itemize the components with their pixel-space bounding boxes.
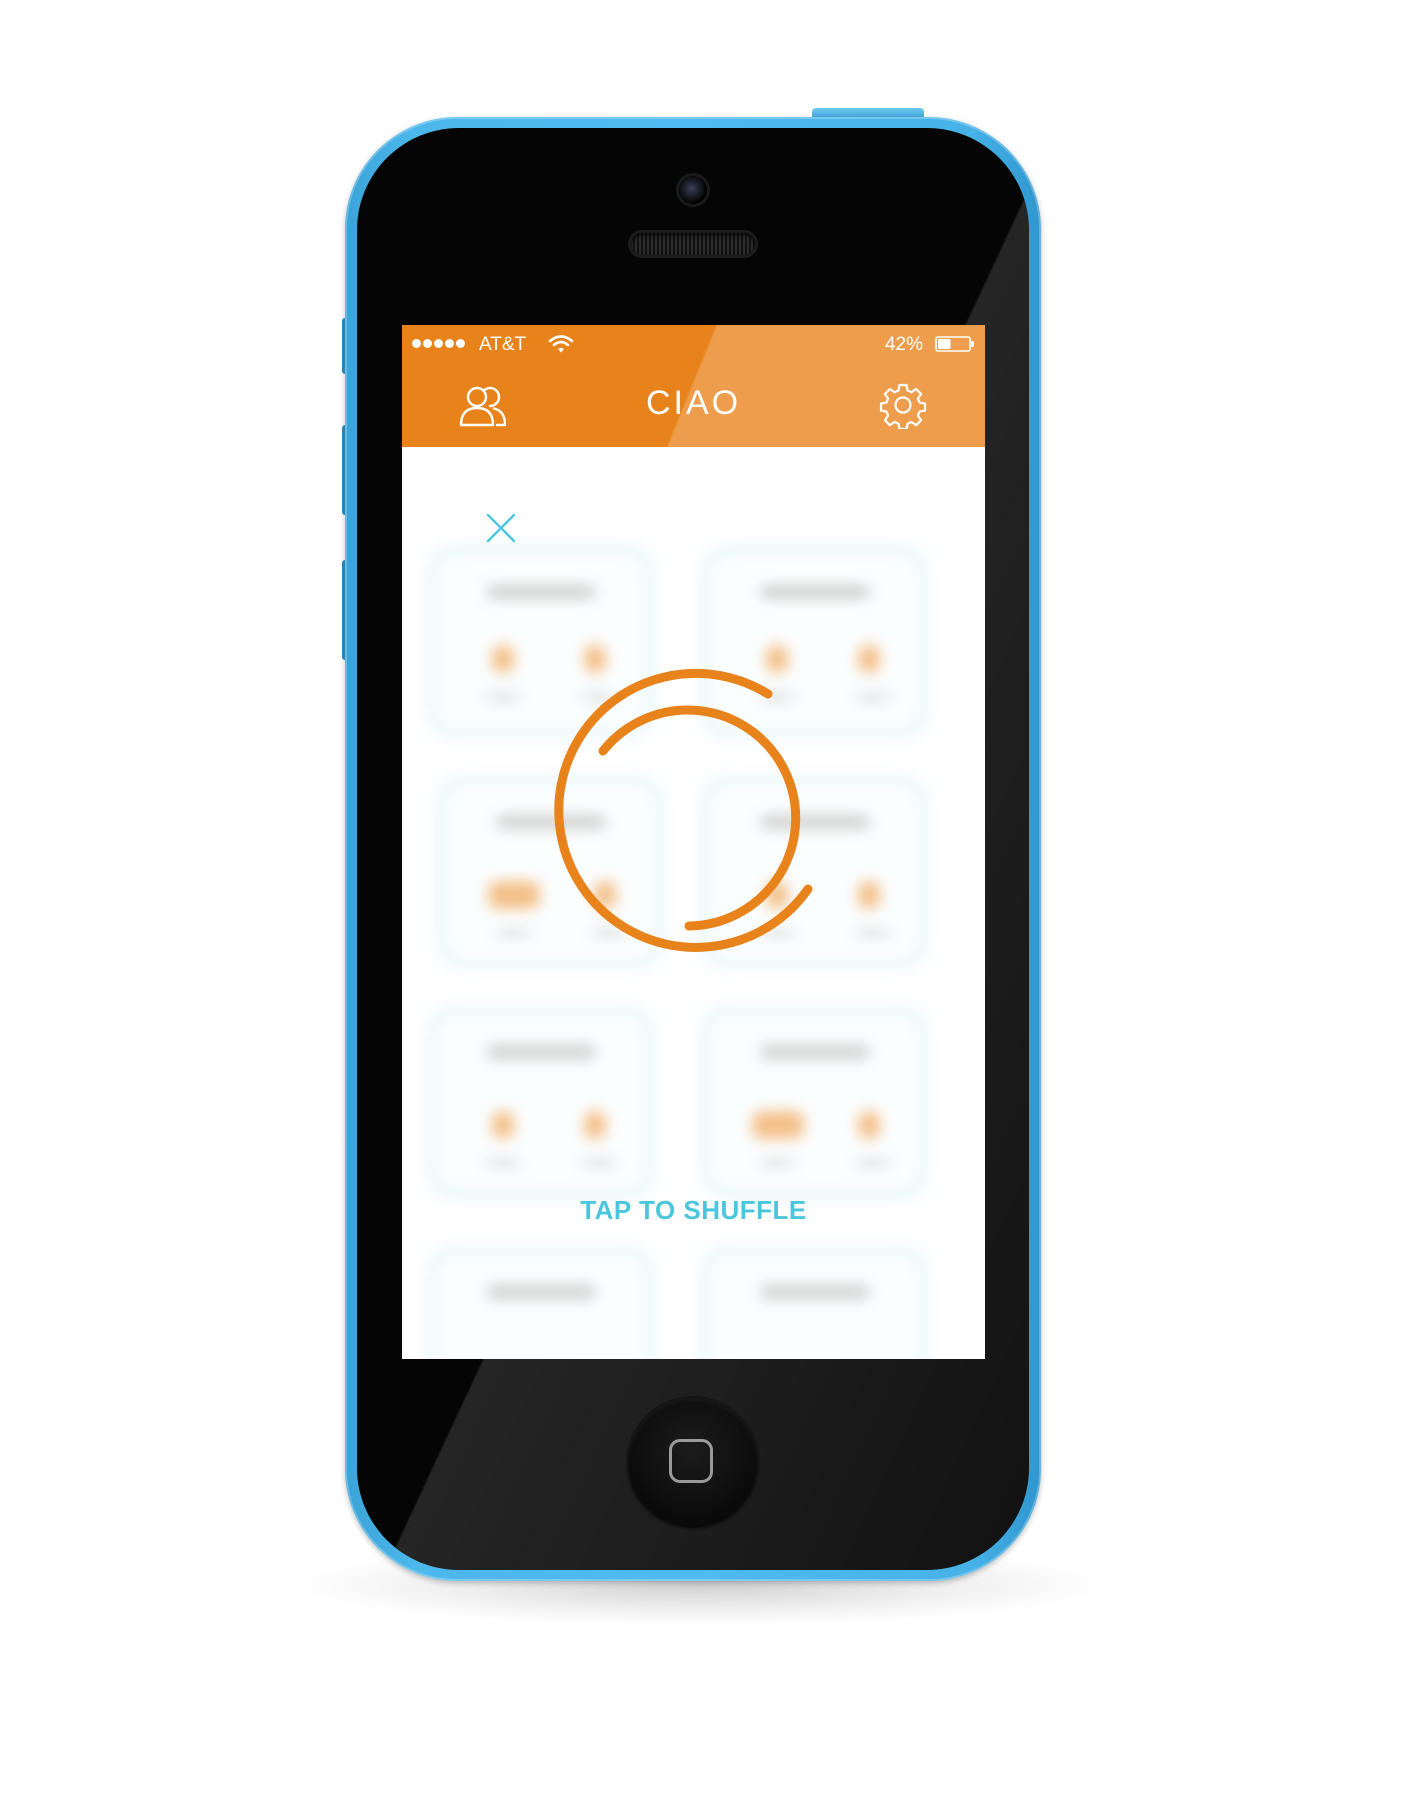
front-camera xyxy=(679,176,707,204)
status-bar: AT&T 42% xyxy=(402,325,985,363)
app-screen: AT&T 42% CIAO TAP TO SHUFFLE xyxy=(402,325,985,1359)
close-icon[interactable] xyxy=(484,511,518,545)
gear-icon[interactable] xyxy=(879,381,927,429)
blurred-card xyxy=(428,1007,653,1197)
blurred-card xyxy=(702,1007,927,1197)
home-button xyxy=(628,1398,758,1528)
wifi-icon xyxy=(548,335,574,353)
tap-to-shuffle-button[interactable]: TAP TO SHUFFLE xyxy=(402,1194,985,1226)
app-header: AT&T 42% CIAO xyxy=(402,325,985,447)
earpiece-speaker xyxy=(631,233,755,255)
device-mockup: AT&T 42% CIAO TAP TO SHUFFLE xyxy=(0,0,1401,1806)
shuffle-spinner-icon[interactable] xyxy=(532,657,854,979)
blurred-card xyxy=(428,1247,653,1359)
carrier-name: AT&T xyxy=(479,334,527,355)
battery-percentage: 42% xyxy=(884,334,923,355)
navigation-bar: CIAO xyxy=(402,363,985,447)
home-square-icon xyxy=(669,1439,713,1483)
signal-strength-icon xyxy=(412,339,465,348)
battery-icon xyxy=(935,336,974,352)
blurred-card xyxy=(702,1247,927,1359)
